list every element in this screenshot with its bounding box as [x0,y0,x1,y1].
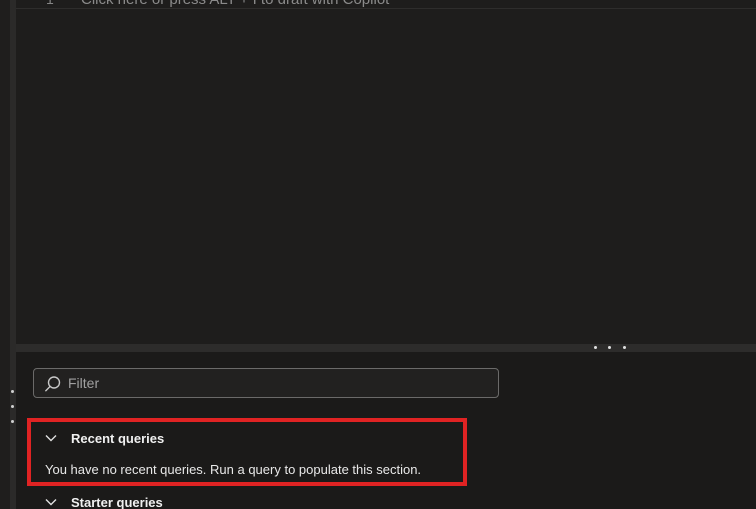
copilot-draft-hint[interactable]: Click here or press ALT + I to draft wit… [81,0,389,8]
recent-queries-empty-message: You have no recent queries. Run a query … [45,462,422,477]
search-icon [45,376,61,392]
recent-queries-header[interactable]: Recent queries [44,428,164,448]
query-workspace: 1 Click here or press ALT + I to draft w… [0,0,756,509]
starter-queries-title: Starter queries [71,494,163,509]
splitter-grip[interactable] [594,346,634,350]
editor-line[interactable]: 1 Click here or press ALT + I to draft w… [16,0,756,9]
filter-input[interactable] [68,369,488,397]
line-number: 1 [46,0,54,7]
chevron-down-icon[interactable] [44,431,58,445]
query-editor[interactable]: 1 Click here or press ALT + I to draft w… [16,0,756,344]
pane-splitter[interactable] [16,344,756,352]
queries-panel: Recent queries You have no recent querie… [16,352,756,509]
recent-queries-title: Recent queries [71,430,165,446]
left-gutter [0,0,10,509]
chevron-down-icon[interactable] [44,495,58,509]
filter-box[interactable] [33,368,499,398]
starter-queries-header[interactable]: Starter queries [44,492,163,509]
